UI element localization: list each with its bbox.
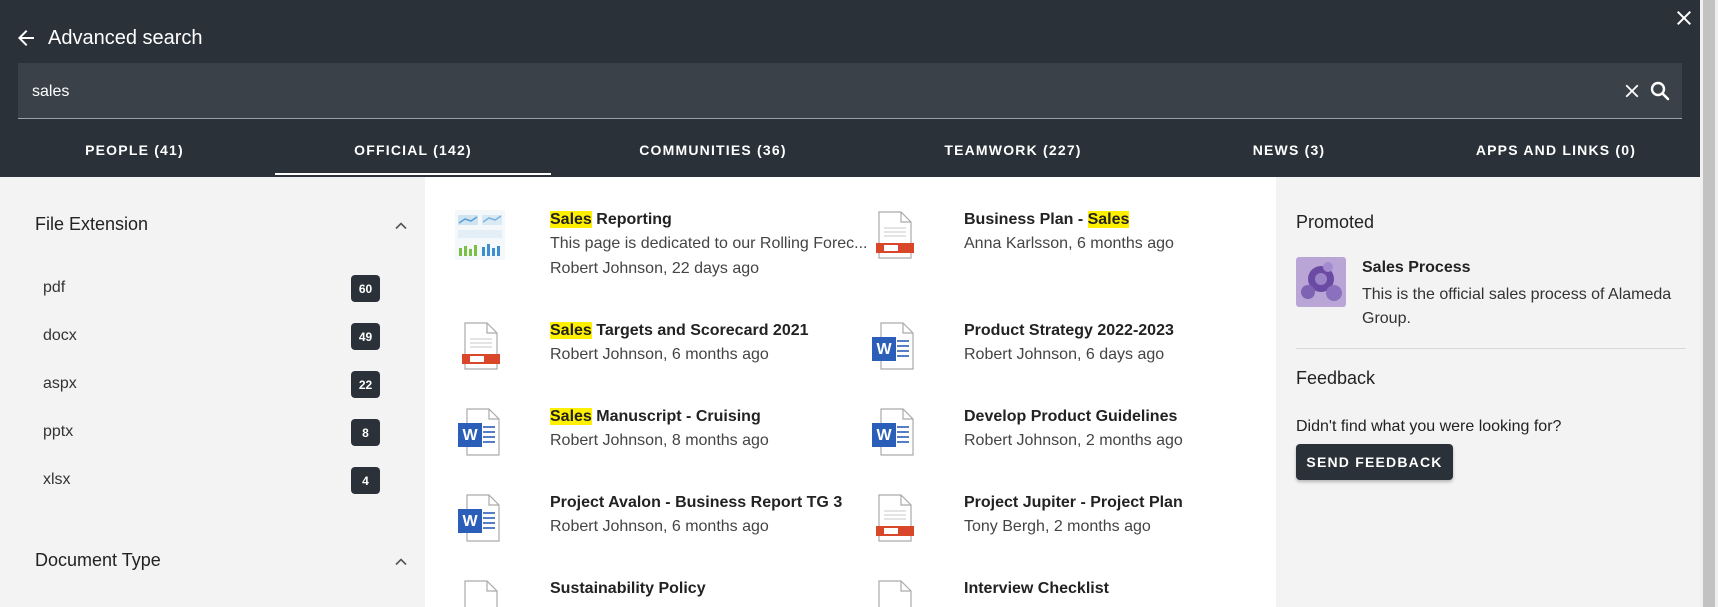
facet-item-docx[interactable]: docx 49 — [35, 321, 385, 353]
promoted-heading: Promoted — [1296, 212, 1375, 232]
result-item[interactable]: W Project Avalon - Business Report TG 3 … — [455, 493, 845, 573]
count-badge: 4 — [351, 467, 380, 494]
svg-text:W: W — [462, 513, 478, 530]
search-highlight: Sales — [550, 211, 592, 228]
promo-title[interactable]: Sales Process — [1362, 259, 1471, 277]
result-item[interactable]: Sales Reporting This page is dedicated t… — [455, 210, 868, 290]
result-item[interactable]: W Develop Product Guidelines Robert John… — [869, 407, 1259, 487]
side-panel: Promoted Sales Process This is the offic… — [1276, 177, 1700, 607]
search-highlight: Sales — [550, 322, 592, 339]
file-icon — [878, 580, 912, 607]
count-badge: 49 — [351, 323, 380, 350]
svg-text:W: W — [876, 427, 892, 444]
facet-title-file-extension: File Extension — [35, 214, 149, 234]
result-title: Project Avalon - Business Report TG 3 — [550, 494, 843, 511]
search-highlight: Sales — [1087, 211, 1130, 228]
promo-description: This is the official sales process of Al… — [1362, 286, 1672, 327]
result-meta: Robert Johnson, 6 months ago — [550, 518, 769, 535]
chart-thumbnail-icon — [455, 210, 505, 260]
facet-panel: File Extension pdf 60 docx 49 aspx 22 pp… — [0, 177, 425, 607]
result-item[interactable]: Project Jupiter - Project Plan Tony Berg… — [869, 493, 1259, 573]
tab-official[interactable]: OFFICIAL (142) — [275, 122, 551, 177]
facet-label: pptx — [43, 423, 74, 440]
tab-teamwork[interactable]: TEAMWORK (227) — [875, 122, 1151, 177]
result-meta: Robert Johnson, 6 months ago — [550, 346, 769, 363]
search-icon[interactable] — [1648, 79, 1672, 103]
word-file-icon: W — [458, 494, 500, 542]
result-meta: Robert Johnson, 22 days ago — [550, 260, 760, 277]
result-title: Sustainability Policy — [550, 580, 706, 597]
scrollbar-thumb[interactable] — [1703, 0, 1715, 607]
feedback-heading: Feedback — [1296, 368, 1376, 388]
clear-icon[interactable] — [1621, 80, 1643, 102]
results-list: Sales Reporting This page is dedicated t… — [425, 177, 1276, 607]
feedback-question: Didn't find what you were looking for? — [1296, 418, 1562, 435]
result-meta: Robert Johnson, 8 months ago — [550, 432, 769, 449]
result-item[interactable]: Interview Checklist — [869, 579, 1259, 607]
result-title: Sales Targets and Scorecard 2021 — [550, 322, 809, 339]
svg-text:W: W — [462, 427, 478, 444]
pdf-file-icon — [876, 211, 914, 259]
facet-title-document-type: Document Type — [35, 550, 161, 570]
result-title: Product Strategy 2022-2023 — [964, 322, 1174, 339]
facet-item-aspx[interactable]: aspx 22 — [35, 369, 385, 401]
result-item[interactable]: Business Plan - Sales Anna Karlsson, 6 m… — [869, 210, 1259, 290]
tab-people[interactable]: PEOPLE (41) — [18, 122, 251, 177]
result-meta: Robert Johnson, 2 months ago — [964, 432, 1183, 449]
divider — [1296, 348, 1686, 349]
arrow-left-icon[interactable] — [14, 26, 38, 50]
svg-text:W: W — [876, 341, 892, 358]
header: Advanced search — [14, 22, 203, 54]
chevron-up-icon[interactable] — [393, 554, 409, 570]
result-description: This page is dedicated to our Rolling Fo… — [550, 235, 868, 252]
result-title: Develop Product Guidelines — [964, 408, 1178, 425]
result-item[interactable]: W Product Strategy 2022-2023 Robert John… — [869, 321, 1259, 401]
search-input[interactable] — [30, 63, 1534, 121]
count-badge: 60 — [351, 275, 380, 302]
promo-thumbnail[interactable] — [1296, 257, 1346, 307]
facet-item-xlsx[interactable]: xlsx 4 — [35, 465, 385, 497]
result-meta: Tony Bergh, 2 months ago — [964, 518, 1151, 535]
word-file-icon: W — [872, 322, 914, 370]
facet-label: aspx — [43, 375, 77, 392]
facet-item-pptx[interactable]: pptx 8 — [35, 417, 385, 449]
tab-apps-and-links[interactable]: APPS AND LINKS (0) — [1418, 122, 1694, 177]
result-title: Project Jupiter - Project Plan — [964, 494, 1183, 511]
facet-label: pdf — [43, 279, 66, 296]
word-file-icon: W — [458, 408, 500, 456]
result-title: Interview Checklist — [964, 580, 1109, 597]
close-icon[interactable] — [1672, 6, 1696, 30]
result-title: Business Plan - Sales — [964, 211, 1130, 228]
page-title: Advanced search — [48, 26, 203, 49]
search-highlight: Sales — [550, 408, 592, 425]
tab-communities[interactable]: COMMUNITIES (36) — [575, 122, 851, 177]
pdf-file-icon — [462, 322, 500, 370]
send-feedback-button[interactable]: SEND FEEDBACK — [1296, 444, 1453, 480]
facet-label: xlsx — [43, 471, 71, 488]
result-title: Sales Manuscript - Cruising — [550, 408, 761, 425]
result-item[interactable]: Sustainability Policy — [455, 579, 845, 607]
facet-item-pdf[interactable]: pdf 60 — [35, 273, 385, 305]
result-item[interactable]: Sales Targets and Scorecard 2021 Robert … — [455, 321, 845, 401]
file-icon — [464, 580, 498, 607]
facet-label: docx — [43, 327, 77, 344]
result-meta: Anna Karlsson, 6 months ago — [964, 235, 1174, 252]
result-item[interactable]: W Sales Manuscript - Cruising Robert Joh… — [455, 407, 845, 487]
search-box — [18, 63, 1682, 121]
pdf-file-icon — [876, 494, 914, 542]
count-badge: 8 — [351, 419, 380, 446]
count-badge: 22 — [351, 371, 380, 398]
result-tabs: PEOPLE (41) OFFICIAL (142) COMMUNITIES (… — [18, 122, 1682, 177]
result-meta: Robert Johnson, 6 days ago — [964, 346, 1165, 363]
result-title: Sales Reporting — [550, 211, 672, 228]
chevron-up-icon[interactable] — [393, 218, 409, 234]
word-file-icon: W — [872, 408, 914, 456]
tab-news[interactable]: NEWS (3) — [1151, 122, 1427, 177]
